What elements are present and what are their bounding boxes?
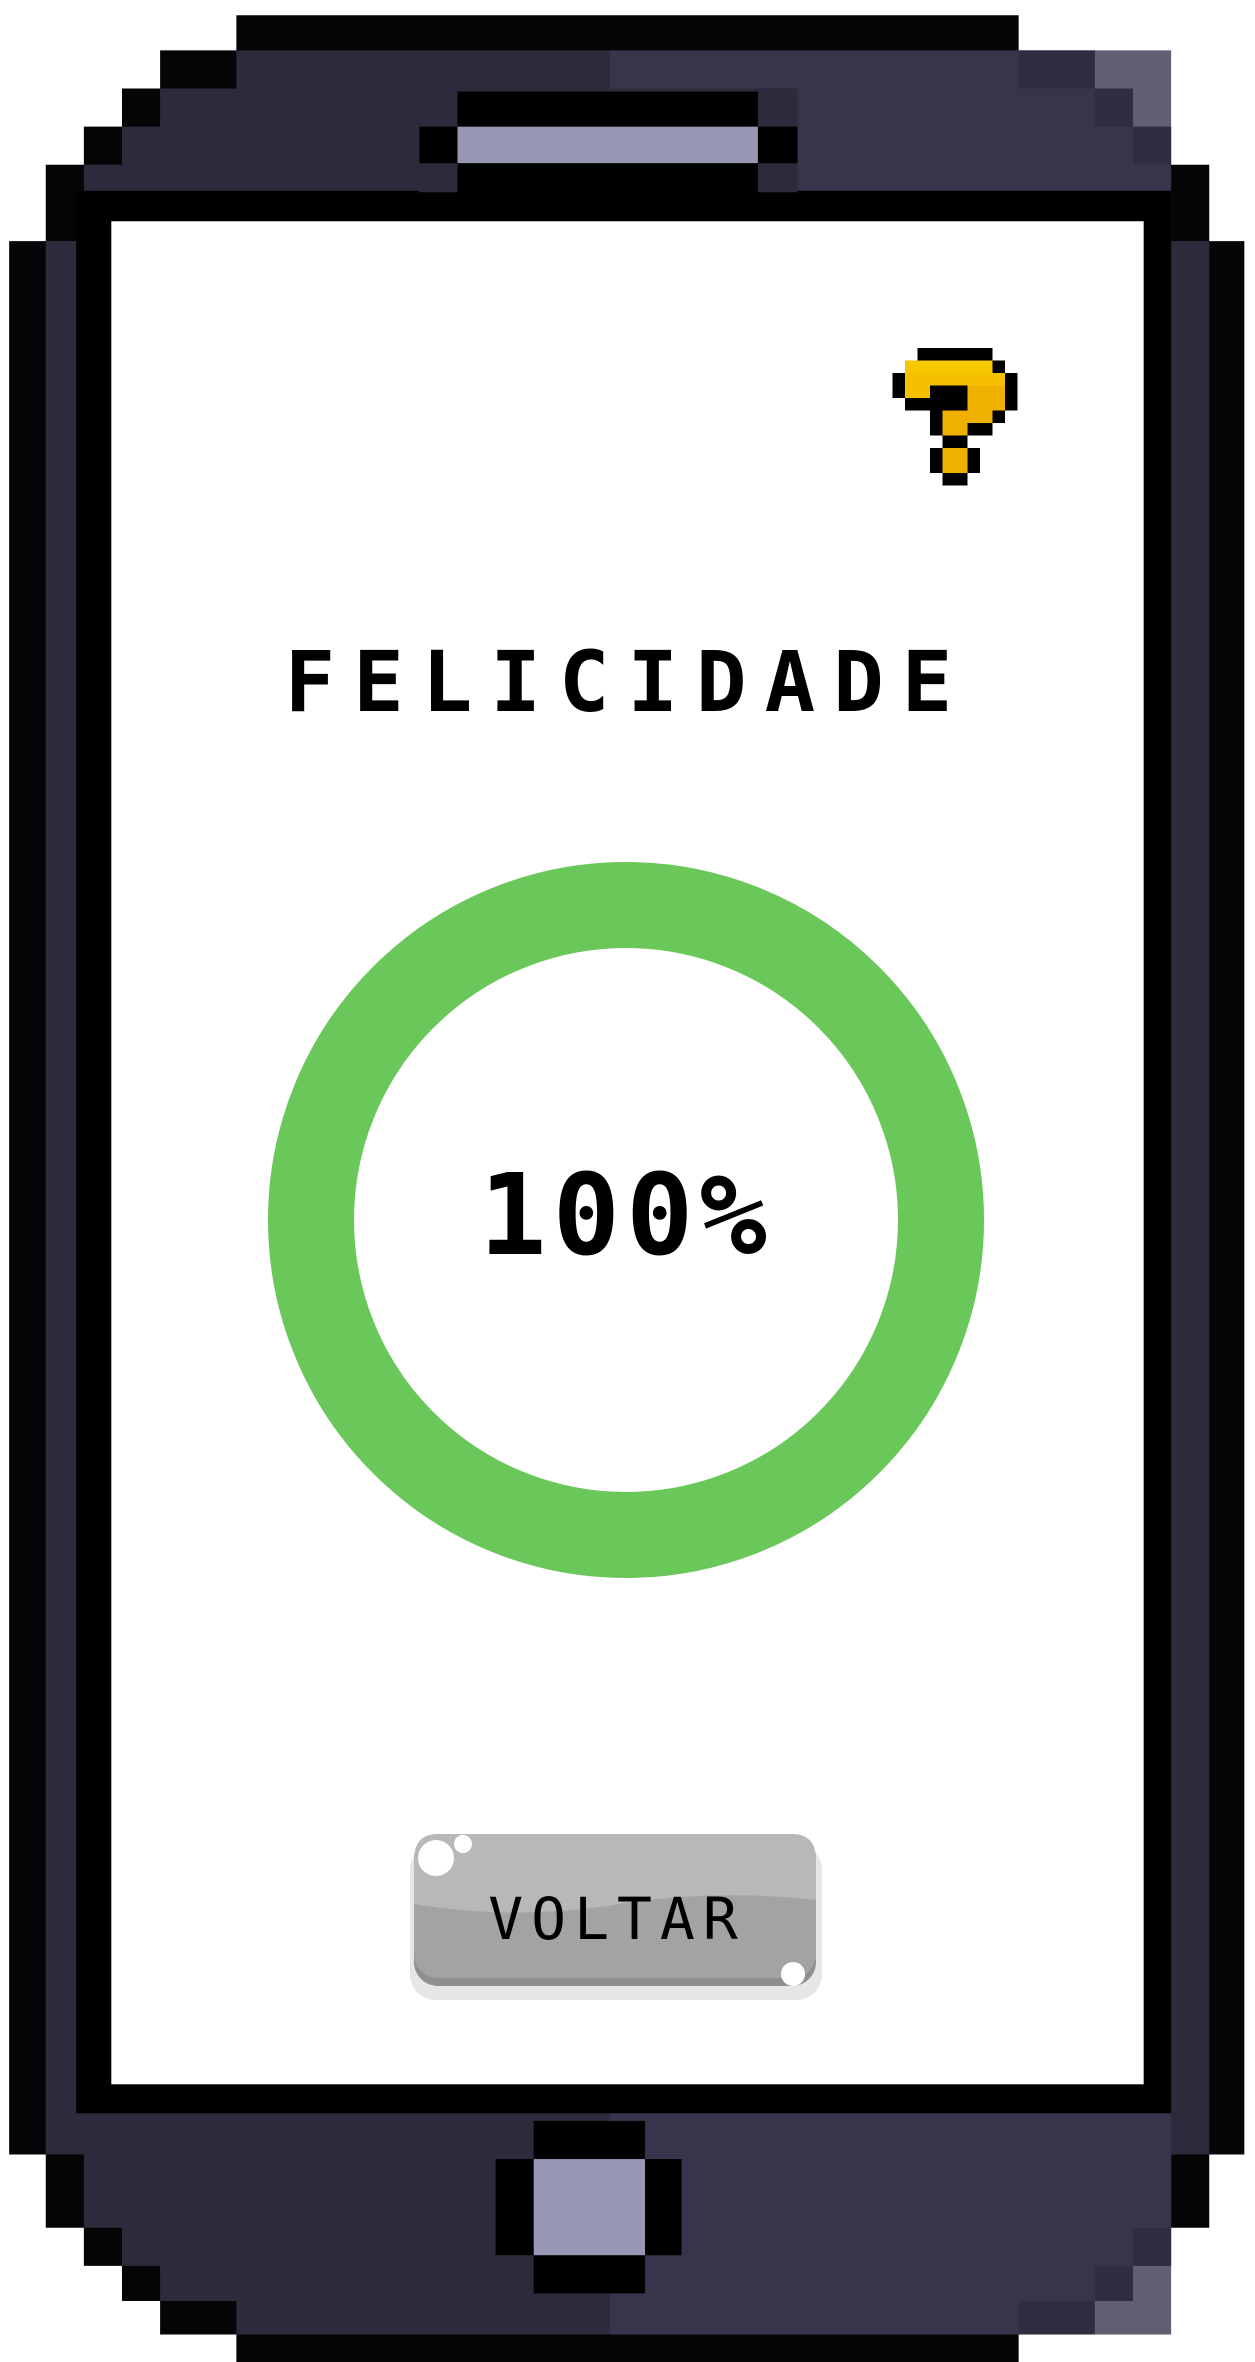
help-button[interactable] [880,348,1030,498]
page-title: FELICIDADE [284,633,971,731]
question-mark-icon [892,348,1018,486]
back-button[interactable]: VOLTAR [408,1830,826,2002]
happiness-percent: 100% [479,1151,773,1281]
back-button-label: VOLTAR [488,1885,746,1953]
speaker [457,126,758,164]
home-button[interactable] [533,2159,646,2256]
